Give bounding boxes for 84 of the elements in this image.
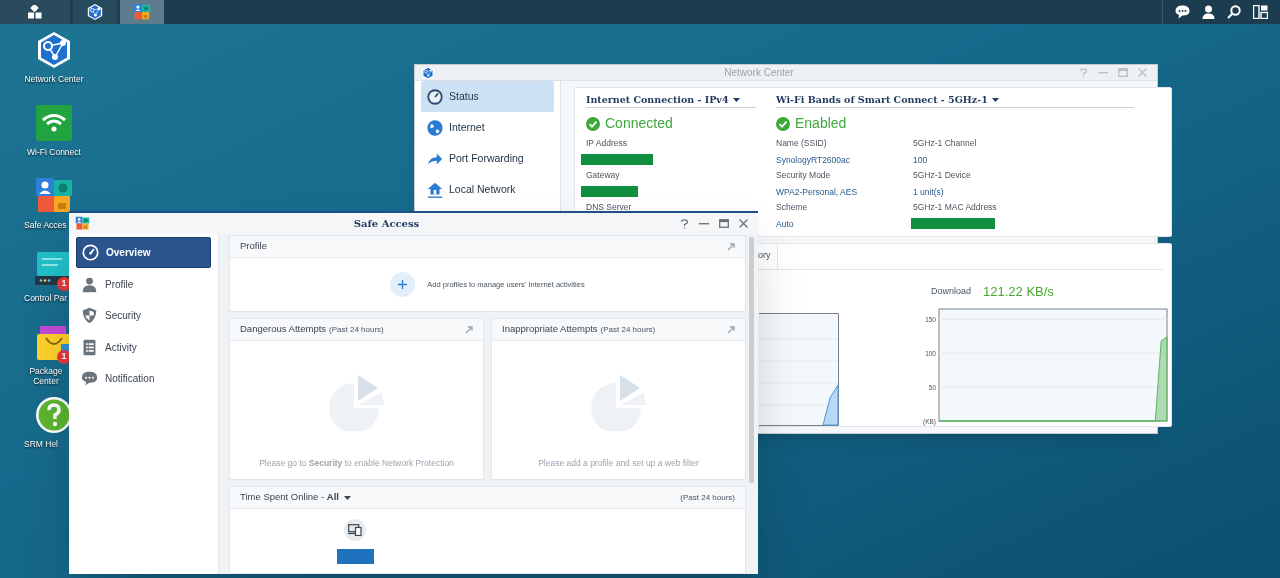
field-label: 5GHz-1 MAC Address [913, 201, 998, 214]
period-label: (Past 24 hours) [600, 323, 656, 336]
period-label: (Past 24 hours) [680, 491, 735, 504]
shield-icon [81, 307, 98, 324]
field-label: Name (SSID) [776, 137, 828, 150]
wifi-status: Enabled [795, 114, 847, 133]
field-value: 1 unit(s) [913, 185, 945, 199]
safe-access-icon [133, 3, 151, 21]
caret-icon[interactable] [343, 495, 351, 500]
check-circle-icon [586, 116, 600, 131]
widget-title[interactable]: Time Spent Online - All [240, 490, 339, 505]
check-circle-icon [776, 116, 790, 131]
minimize-icon[interactable] [699, 222, 709, 225]
section-header-dropdown[interactable]: Wi-Fi Bands of Smart Connect - 5GHz-1 [776, 93, 1134, 108]
field-label: Security Mode [776, 169, 832, 182]
devices-icon [344, 519, 366, 541]
add-profile-button[interactable] [390, 272, 416, 297]
download-label: Download [931, 285, 972, 299]
widget-title: Inappropriate Attempts [502, 322, 598, 337]
help-icon[interactable] [680, 218, 689, 229]
field-label: DNS Server [586, 201, 633, 214]
sidebar-item[interactable]: Local Network [421, 174, 554, 205]
house-icon [426, 180, 444, 199]
close-icon[interactable] [739, 219, 748, 228]
empty-message: Please go to Security to enable Network Protection [259, 457, 454, 470]
wifi-icon [34, 103, 74, 143]
sidebar-item[interactable]: Activity [76, 331, 211, 363]
person-icon [81, 275, 98, 293]
desktop-icon-label[interactable]: Control Par [24, 293, 67, 303]
sidebar-item[interactable]: Internet [421, 112, 554, 143]
sidebar-item[interactable]: Security [76, 300, 211, 331]
desktop-icon-label[interactable]: Package Center [24, 366, 68, 386]
expand-icon[interactable] [727, 242, 735, 251]
pie-chart-drawing [590, 375, 647, 431]
network-icon [421, 65, 435, 80]
sidebar-item[interactable]: Port Forwarding [421, 143, 554, 174]
desktop-icon-label[interactable]: Safe Acces [24, 220, 67, 230]
search-icon[interactable] [1227, 5, 1241, 19]
sidebar-item[interactable]: Profile [76, 268, 211, 300]
field-value: SynologyRT2600ac [776, 153, 852, 167]
caret-icon[interactable] [732, 98, 740, 102]
sidebar-item[interactable]: Notification [76, 363, 211, 394]
field-label: Scheme [776, 201, 809, 214]
grid-icon [28, 5, 42, 19]
download-rate: 121.22 KB/s [983, 283, 1054, 302]
maximize-icon[interactable] [719, 219, 729, 228]
sidebar-item[interactable]: Overview [76, 237, 211, 268]
widget-title: Dangerous Attempts [240, 322, 327, 337]
list-icon [81, 338, 98, 356]
speech-bubble-icon [81, 370, 98, 387]
period-label: (Past 24 hours) [329, 323, 384, 336]
field-value: WPA2-Personal, AES [776, 185, 859, 199]
plus-icon [398, 280, 408, 289]
empty-message: Please add a profile and set up a web filter [538, 457, 699, 470]
gauge-icon [426, 87, 444, 106]
field-label: 5GHz-1 Device [913, 169, 972, 182]
pie-chart-drawing [328, 375, 385, 431]
connection-status: Connected [605, 114, 673, 133]
network-icon [86, 3, 104, 21]
window-title: Safe Access [352, 217, 421, 231]
field-value: 100 [913, 153, 929, 167]
section-header-dropdown[interactable]: Internet Connection - IPv4 [586, 93, 756, 108]
widgets-icon[interactable] [1253, 5, 1268, 19]
widget-title: Profile [240, 239, 267, 254]
desktop-icon-label[interactable]: SRM Hel [24, 439, 58, 449]
main-menu-button[interactable] [0, 0, 70, 24]
gauge-icon [82, 244, 99, 261]
field-label: Gateway [586, 169, 621, 182]
desktop-icon-label[interactable]: Wi-Fi Connect [27, 147, 81, 157]
desktop-icon-label[interactable]: Network Center [24, 74, 84, 84]
caret-icon[interactable] [991, 98, 999, 102]
field-value: Auto [776, 217, 795, 231]
sidebar-item[interactable]: Status [421, 81, 554, 112]
user-icon[interactable] [1202, 5, 1215, 19]
scrollbar[interactable] [749, 237, 754, 483]
expand-icon[interactable] [727, 325, 735, 334]
usage-bar [336, 549, 374, 564]
taskbar-app-button[interactable] [73, 0, 117, 24]
globe-icon [426, 118, 444, 137]
window-title: Network Center [723, 66, 795, 80]
field-label: 5GHz-1 Channel [913, 137, 978, 150]
expand-icon[interactable] [465, 325, 473, 334]
field-label: IP Address [586, 137, 628, 150]
chat-icon[interactable] [1175, 5, 1190, 19]
